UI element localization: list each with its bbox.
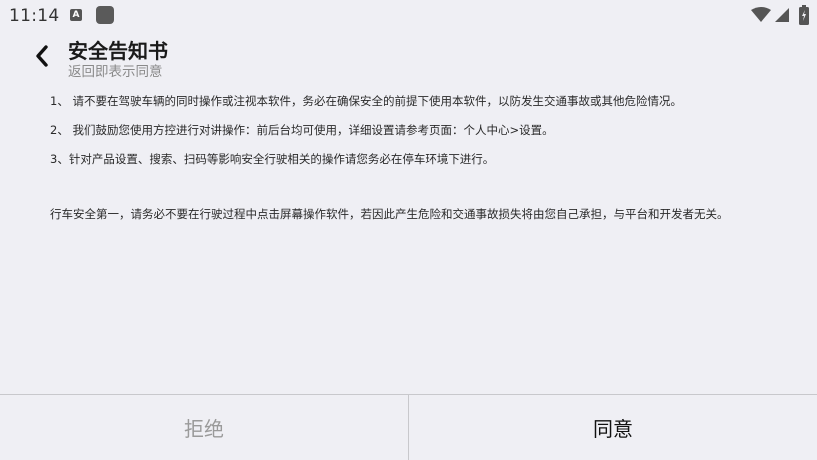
notice-item-3: 3、针对产品设置、搜索、扫码等影响安全行驶相关的操作请您务必在停车环境下进行。 [50,152,495,166]
status-bar: 11:14 A [0,0,817,32]
status-time: 11:14 [9,6,60,26]
safety-notice-screen: 11:14 A 安全告知书 返回即表示同意 1、 请不要在驾驶车辆的同时操作或注… [0,0,817,460]
notice-list: 1、 请不要在驾驶车辆的同时操作或注视本软件，务必在确保安全的前提下使用本软件，… [50,93,770,180]
notification-app-icon [96,6,114,24]
battery-charging-icon [799,5,809,25]
notice-item-1: 1、 请不要在驾驶车辆的同时操作或注视本软件，务必在确保安全的前提下使用本软件，… [50,94,682,108]
safety-warning-text: 行车安全第一，请务必不要在行驶过程中点击屏幕操作软件，若因此产生危险和交通事故损… [50,207,729,221]
footer-actions: 拒绝 同意 [0,394,817,460]
page-subtitle: 返回即表示同意 [68,64,163,80]
notification-a-icon: A [70,9,82,21]
agree-button[interactable]: 同意 [409,395,817,460]
cellular-signal-icon [775,8,789,22]
notice-item-2: 2、 我们鼓励您使用方控进行对讲操作：前后台均可使用，详细设置请参考页面：个人中… [50,123,554,137]
wifi-icon [751,7,771,22]
reject-button[interactable]: 拒绝 [0,395,409,460]
chevron-left-icon [36,45,48,67]
back-button[interactable] [30,42,58,72]
